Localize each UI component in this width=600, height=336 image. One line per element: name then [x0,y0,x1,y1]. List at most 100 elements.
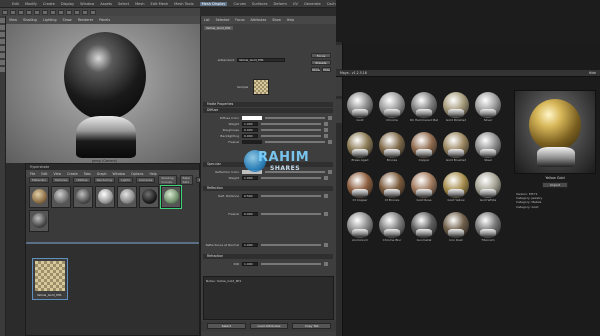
param-value[interactable]: 0.000 [242,133,258,138]
layout-icon[interactable] [0,53,5,58]
menu-item[interactable]: UV [293,2,298,6]
copy-tab-button[interactable]: Copy Tab [292,323,332,329]
map-icon[interactable] [324,127,328,132]
shader-name-field[interactable]: Yellow_Gold_Mt1 [237,58,285,62]
material-swatch-selected[interactable] [160,185,182,209]
param-value[interactable]: 1.000 [242,242,258,247]
viewport-scene[interactable] [6,24,200,163]
layout-icon[interactable] [0,60,5,65]
color-swatch[interactable] [242,115,262,120]
viewport-menu-item[interactable]: Panels [99,18,110,22]
map-icon[interactable] [324,121,328,126]
menu-item[interactable]: Modify [25,2,37,6]
map-icon[interactable] [324,242,328,247]
map-icon[interactable] [324,211,328,216]
material-swatch[interactable] [117,186,137,208]
menu-item[interactable]: Mesh Tools [174,2,193,6]
material-swatch[interactable] [95,186,115,208]
hypershade-menu-item[interactable]: Options [131,172,143,176]
menu-item[interactable]: Display [61,2,74,6]
material-thumbnail[interactable]: Copper [410,132,438,165]
attribute-menu-item[interactable]: Attributes [251,18,267,22]
map-icon[interactable] [328,115,332,120]
map-icon[interactable] [328,139,332,144]
viewport-menu-item[interactable]: Show [63,18,72,22]
hide-panel-button[interactable]: Hide [589,71,596,75]
shelf-icon[interactable] [58,9,64,15]
section-header[interactable]: Matte Properties [203,102,333,107]
menu-item[interactable]: Deform [274,2,287,6]
black-sphere-object[interactable] [64,32,146,120]
attribute-menu-item[interactable]: List [204,18,210,22]
attribute-menu-item[interactable]: Selected [216,18,230,22]
hypershade-tab[interactable]: Shading Groups [158,175,177,185]
hypershade-tab[interactable]: Utilities [73,177,91,183]
material-thumbnail[interactable]: Gunmetal [410,212,438,245]
slider[interactable] [261,122,321,125]
menu-item[interactable]: Edit Mesh [151,2,169,6]
map-icon[interactable] [328,169,332,174]
slider[interactable] [265,116,325,119]
material-swatch[interactable] [29,210,49,232]
attribute-menu-item[interactable]: Help [287,18,294,22]
material-thumbnail[interactable]: Bronze [378,132,406,165]
focus-button[interactable]: Focus [311,53,331,58]
material-thumbnail[interactable]: Brass Aged [346,132,374,165]
shelf-icon[interactable] [34,9,40,15]
map-icon[interactable] [324,261,328,266]
presets-button[interactable]: Presets [311,60,331,65]
param-value[interactable]: 0.000 [242,211,258,216]
hypershade-tab[interactable]: Rendering [93,177,115,183]
param-value[interactable]: 0.000 [242,127,258,132]
slider[interactable] [261,134,321,137]
menu-item[interactable]: Create [43,2,55,6]
notes-area[interactable]: Notes: Yellow_Gold_Mt1 [203,276,334,320]
shelf-icon[interactable] [74,9,80,15]
hypershade-menu-item[interactable]: File [30,172,35,176]
menu-item[interactable]: Select [118,2,129,6]
material-thumbnail[interactable]: Aluminium [346,212,374,245]
hypershade-menu-item[interactable]: Help [149,172,156,176]
color-swatch[interactable] [242,139,262,144]
viewport-menu-item[interactable]: Lighting [43,18,57,22]
tab-shader[interactable]: Yellow_Gold_Mt1 [204,26,233,30]
material-thumbnail[interactable]: Gold Rose [410,172,438,205]
material-swatch[interactable] [139,186,159,208]
material-thumbnail[interactable]: Chrome [378,92,406,125]
material-thumbnail[interactable]: Ct Copper [346,172,374,205]
attribute-menu-item[interactable]: Show [272,18,281,22]
param-value[interactable]: 0.500 [242,193,258,198]
hypershade-tab[interactable]: Cameras [136,177,156,183]
shelf-icon[interactable] [66,9,72,15]
material-thumbnail[interactable]: Gold Brushed [442,132,470,165]
material-thumbnail[interactable]: Gold White [474,172,502,205]
map-icon[interactable] [324,193,328,198]
hypershade-tab[interactable]: Lights [117,177,133,183]
menu-item[interactable]: Curves [233,2,245,6]
slider[interactable] [261,243,321,246]
shelf-icon[interactable] [82,9,88,15]
section-header[interactable]: Diffuse [203,108,333,113]
vertical-tab[interactable] [336,99,342,123]
hypershade-tab[interactable]: Textures [51,177,71,183]
menu-item[interactable]: Mesh Display [199,1,228,6]
material-thumbnail[interactable]: Silver [474,92,502,125]
menu-item[interactable]: Surfaces [252,2,268,6]
menu-item[interactable]: Edit [12,2,19,6]
material-thumbnail[interactable]: Ct Bronze [378,172,406,205]
slider[interactable] [261,128,321,131]
hypershade-menu-item[interactable]: View [54,172,62,176]
param-value[interactable]: 1.000 [242,261,258,266]
hypershade-tab[interactable]: Bake Sets [179,175,193,185]
vertical-tab[interactable] [336,45,342,69]
viewport-menu-item[interactable]: Shading [23,18,37,22]
menu-item[interactable]: Window [80,2,94,6]
scale-tool-icon[interactable] [0,46,5,51]
slider[interactable] [261,212,321,215]
section-header[interactable]: Refraction [203,254,333,259]
hypershade-menu-item[interactable]: Edit [41,172,47,176]
hypershade-menu-item[interactable]: Window [113,172,126,176]
layout-icon[interactable] [0,67,5,72]
rotate-tool-icon[interactable] [0,39,5,44]
material-swatch[interactable] [73,186,93,208]
